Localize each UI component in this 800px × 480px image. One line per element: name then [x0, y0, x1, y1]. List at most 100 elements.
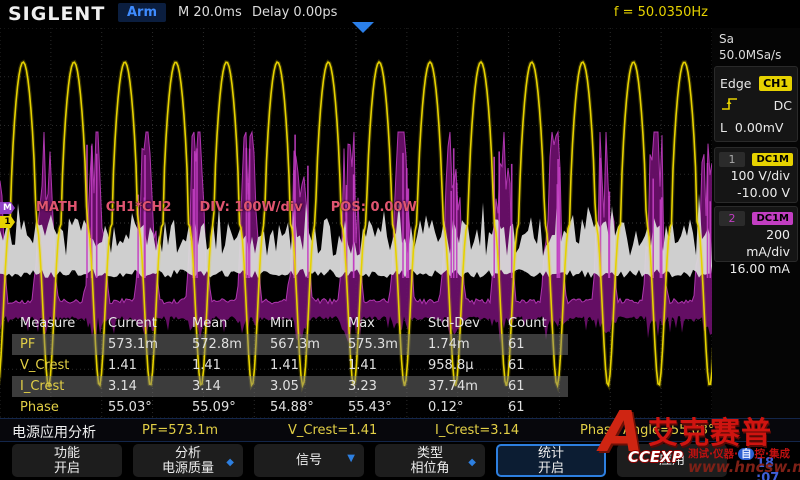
measure-value: 54.88°	[270, 397, 348, 418]
measurement-table: MeasureCurrentMeanMinMaxStd-DevCountPF57…	[12, 313, 568, 418]
math-expression: CH1*CH2	[106, 200, 172, 215]
measure-name: V_Crest	[20, 355, 108, 376]
math-pos-readout: POS: 0.00W	[331, 200, 417, 215]
status-item: PF=573.1m	[142, 423, 218, 438]
right-sidebar: Sa 50.0MSa/s Curr 14Mpts Edge CH1 DC L	[712, 28, 800, 418]
status-item: Phase Angle=55.03°	[580, 423, 715, 438]
channel1-number: 1	[719, 152, 745, 167]
measure-value: 1.41	[348, 355, 428, 376]
measure-value: 61	[508, 334, 556, 355]
math-trace-label: MATH CH1*CH2 DIV: 100W/div POS: 0.00W	[36, 200, 417, 215]
measure-header: Max	[348, 313, 428, 334]
status-bar: 电源应用分析 PF=573.1m V_Crest=1.41 I_Crest=3.14…	[0, 418, 800, 442]
menu-button-label: 分析	[175, 446, 201, 461]
menu-button-2[interactable]: 分析电源质量 ◆	[133, 444, 243, 477]
menu-button-sublabel: 开启	[538, 461, 564, 476]
measure-value: 61	[508, 376, 556, 397]
channel2-scale: 200 mA/div	[719, 226, 793, 260]
menu-button-label: 功能	[54, 446, 80, 461]
menu-button-sublabel: 电源质量	[162, 461, 214, 476]
top-bar: SIGLENT Arm M 20.0ms Delay 0.00ps f = 50…	[0, 0, 800, 28]
measure-value: 575.3m	[348, 334, 428, 355]
measure-value: 55.09°	[192, 397, 270, 418]
menu-button-1[interactable]: 功能开启	[12, 444, 122, 477]
channel1-panel[interactable]: 1 DC1M 100 V/div -10.00 V	[714, 147, 798, 203]
measure-value: 3.14	[108, 376, 192, 397]
trigger-source-badge: CH1	[759, 76, 792, 91]
measure-header: Std-Dev	[428, 313, 508, 334]
timebase-readout[interactable]: M 20.0ms	[178, 5, 242, 20]
menu-button-label: 应用	[659, 453, 685, 468]
menu-button-label: 信号	[296, 453, 322, 468]
measure-value: 573.1m	[108, 334, 192, 355]
measure-value: 55.03°	[108, 397, 192, 418]
trigger-level-label: L	[720, 120, 727, 135]
measure-row-V_Crest: V_Crest1.411.411.411.41958.8µ61	[12, 355, 568, 376]
channel2-number: 2	[719, 211, 745, 226]
channel2-coupling-badge: DC1M	[752, 212, 793, 225]
menu-button-3[interactable]: 信号 ▼	[254, 444, 364, 477]
acquisition-status[interactable]: Arm	[118, 3, 166, 22]
menu-button-4[interactable]: 类型相位角 ◆	[375, 444, 485, 477]
expand-diamond-icon: ◆	[226, 455, 234, 470]
measure-row-Phase: Phase55.03°55.09°54.88°55.43°0.12°61	[12, 397, 568, 418]
chevron-down-icon: ▼	[347, 451, 355, 466]
trigger-coupling: DC	[774, 98, 792, 113]
menu-button-label: 类型	[417, 446, 443, 461]
measure-value: 61	[508, 397, 556, 418]
trigger-panel[interactable]: Edge CH1 DC L 0.00mV	[714, 66, 798, 142]
measure-name: PF	[20, 334, 108, 355]
measure-value: 3.05	[270, 376, 348, 397]
measure-value: 1.41	[192, 355, 270, 376]
channel1-coupling-badge: DC1M	[752, 153, 793, 166]
status-item: V_Crest=1.41	[288, 423, 377, 438]
measure-row-I_Crest: I_Crest3.143.143.053.2337.74m61	[12, 376, 568, 397]
status-item: I_Crest=3.14	[435, 423, 519, 438]
measure-header: Count	[508, 313, 556, 334]
measure-value: 1.41	[270, 355, 348, 376]
app-title: 电源应用分析	[12, 422, 96, 442]
measure-value: 55.43°	[348, 397, 428, 418]
frequency-counter: f = 50.0350Hz	[614, 5, 708, 20]
measure-value: 1.41	[108, 355, 192, 376]
oscilloscope-screen: SIGLENT Arm M 20.0ms Delay 0.00ps f = 50…	[0, 0, 800, 480]
measure-name: Phase	[20, 397, 108, 418]
rising-edge-icon	[720, 96, 740, 115]
measure-header-row: MeasureCurrentMeanMinMaxStd-DevCount	[12, 313, 568, 334]
sample-rate: Sa 50.0MSa/s	[719, 31, 800, 63]
measure-name: I_Crest	[20, 376, 108, 397]
brand-logo: SIGLENT	[8, 3, 105, 25]
measure-value: 567.3m	[270, 334, 348, 355]
measure-row-PF: PF573.1m572.8m567.3m575.3m1.74m61	[12, 334, 568, 355]
trigger-level-value: 0.00mV	[735, 120, 784, 135]
menu-button-label: 统计	[538, 446, 564, 461]
measure-value: 37.74m	[428, 376, 508, 397]
menu-button-6[interactable]: 应用	[617, 444, 727, 477]
system-clock: 18 :07	[756, 456, 800, 480]
measure-value: 61	[508, 355, 556, 376]
softkey-menu-bar: ✕ 18 :07 功能开启分析电源质量◆信号▼类型相位角◆统计开启应用	[0, 442, 800, 480]
measure-value: 1.74m	[428, 334, 508, 355]
channel2-offset: 16.00 mA	[719, 260, 793, 277]
measure-value: 958.8µ	[428, 355, 508, 376]
measure-value: 3.14	[192, 376, 270, 397]
delay-readout[interactable]: Delay 0.00ps	[252, 5, 337, 20]
channel1-offset: -10.00 V	[719, 184, 793, 201]
measure-value: 0.12°	[428, 397, 508, 418]
channel1-scale: 100 V/div	[719, 167, 793, 184]
measure-header: Min	[270, 313, 348, 334]
measure-value: 3.23	[348, 376, 428, 397]
measure-header: Current	[108, 313, 192, 334]
measure-value: 572.8m	[192, 334, 270, 355]
menu-button-sublabel: 开启	[54, 461, 80, 476]
trigger-position-marker[interactable]	[352, 22, 374, 33]
measure-header: Mean	[192, 313, 270, 334]
expand-diamond-icon: ◆	[468, 455, 476, 470]
math-name: MATH	[36, 200, 78, 215]
trigger-type: Edge	[720, 76, 751, 91]
channel2-panel[interactable]: 2 DC1M 200 mA/div 16.00 mA	[714, 206, 798, 262]
math-div-readout: DIV: 100W/div	[199, 200, 302, 215]
menu-button-sublabel: 相位角	[410, 461, 449, 476]
menu-button-5[interactable]: 统计开启	[496, 444, 606, 477]
waveform-display[interactable]: M 1 MATH CH1*CH2 DIV: 100W/div POS: 0.00…	[0, 28, 712, 418]
